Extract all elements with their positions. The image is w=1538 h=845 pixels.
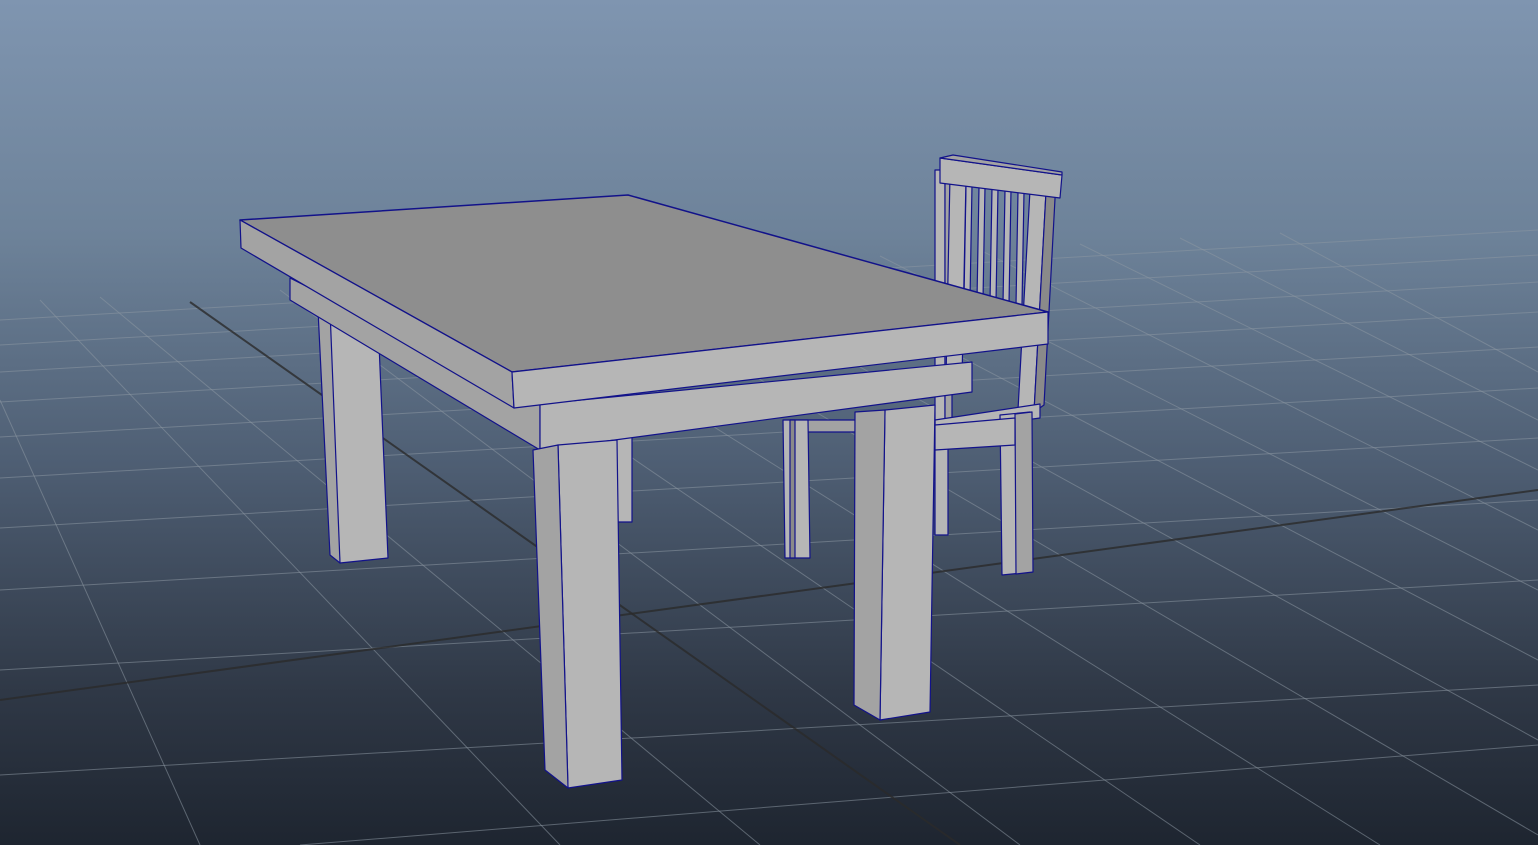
table-mesh[interactable] [239, 194, 1049, 789]
viewport-canvas[interactable] [0, 0, 1538, 845]
3d-viewport[interactable] [0, 0, 1538, 845]
